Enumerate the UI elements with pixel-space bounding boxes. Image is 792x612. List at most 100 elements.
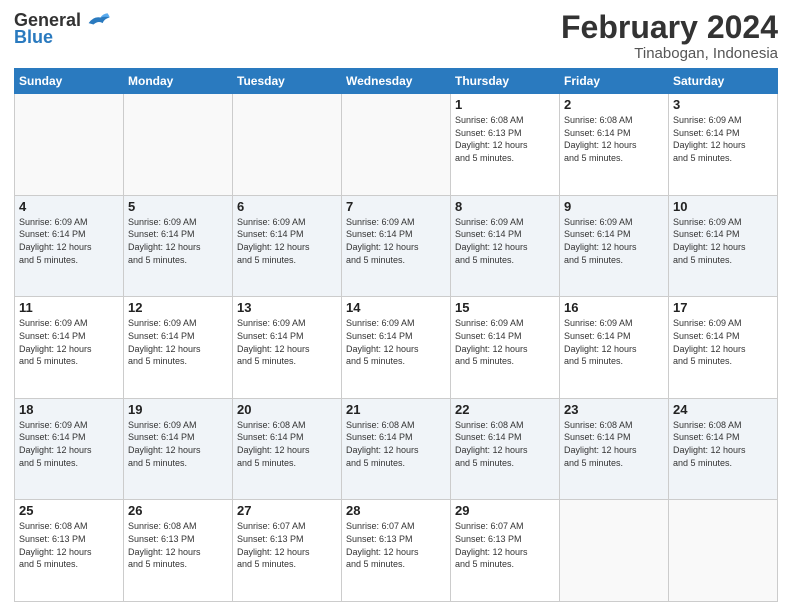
calendar-cell: 26 Sunrise: 6:08 AM Sunset: 6:13 PM Dayli… <box>124 500 233 602</box>
calendar-cell: 7Sunrise: 6:09 AM Sunset: 6:14 PM Daylig… <box>342 195 451 297</box>
calendar-cell: 2 Sunrise: 6:08 AM Sunset: 6:14 PM Daylig… <box>560 94 669 196</box>
calendar-week-row-3: 11Sunrise: 6:09 AM Sunset: 6:14 PM Dayli… <box>15 297 778 399</box>
calendar-cell: 29 Sunrise: 6:07 AM Sunset: 6:13 PM Dayli… <box>451 500 560 602</box>
calendar-cell: 28 Sunrise: 6:07 AM Sunset: 6:13 PM Dayli… <box>342 500 451 602</box>
calendar-cell: 18Sunrise: 6:09 AM Sunset: 6:14 PM Dayli… <box>15 398 124 500</box>
day-info: Sunrise: 6:08 AM Sunset: 6:14 PM Dayligh… <box>564 419 664 469</box>
weekday-header-saturday: Saturday <box>669 69 778 94</box>
calendar-cell: 20 Sunrise: 6:08 AM Sunset: 6:14 PM Dayli… <box>233 398 342 500</box>
header: General Blue February 2024 Tinabogan, In… <box>14 10 778 62</box>
day-info: Sunrise: 6:09 AM Sunset: 6:14 PM Dayligh… <box>19 419 119 469</box>
day-number: 24 <box>673 402 773 417</box>
calendar-cell: 6 Sunrise: 6:09 AM Sunset: 6:14 PM Daylig… <box>233 195 342 297</box>
day-info: Sunrise: 6:07 AM Sunset: 6:13 PM Dayligh… <box>455 520 555 570</box>
calendar-week-row-2: 4 Sunrise: 6:09 AM Sunset: 6:14 PM Daylig… <box>15 195 778 297</box>
day-info: Sunrise: 6:09 AM Sunset: 6:14 PM Dayligh… <box>455 317 555 367</box>
title-block: February 2024 Tinabogan, Indonesia <box>561 10 778 62</box>
day-info: Sunrise: 6:09 AM Sunset: 6:14 PM Dayligh… <box>455 216 555 266</box>
calendar-cell: 17 Sunrise: 6:09 AM Sunset: 6:14 PM Dayli… <box>669 297 778 399</box>
day-number: 1 <box>455 97 555 112</box>
calendar-cell: 13 Sunrise: 6:09 AM Sunset: 6:14 PM Dayli… <box>233 297 342 399</box>
day-info: Sunrise: 6:07 AM Sunset: 6:13 PM Dayligh… <box>237 520 337 570</box>
calendar-cell: 19 Sunrise: 6:09 AM Sunset: 6:14 PM Dayli… <box>124 398 233 500</box>
day-number: 29 <box>455 503 555 518</box>
calendar-cell: 27 Sunrise: 6:07 AM Sunset: 6:13 PM Dayli… <box>233 500 342 602</box>
day-info: Sunrise: 6:09 AM Sunset: 6:14 PM Dayligh… <box>128 216 228 266</box>
day-info: Sunrise: 6:08 AM Sunset: 6:14 PM Dayligh… <box>673 419 773 469</box>
day-info: Sunrise: 6:09 AM Sunset: 6:14 PM Dayligh… <box>19 317 119 367</box>
day-number: 25 <box>19 503 119 518</box>
calendar-cell: 23 Sunrise: 6:08 AM Sunset: 6:14 PM Dayli… <box>560 398 669 500</box>
day-number: 28 <box>346 503 446 518</box>
calendar-cell: 4Sunrise: 6:09 AM Sunset: 6:14 PM Daylig… <box>15 195 124 297</box>
day-number: 4 <box>19 199 119 214</box>
calendar-cell <box>233 94 342 196</box>
calendar-cell: 11Sunrise: 6:09 AM Sunset: 6:14 PM Dayli… <box>15 297 124 399</box>
day-info: Sunrise: 6:09 AM Sunset: 6:14 PM Dayligh… <box>673 317 773 367</box>
calendar-week-row-4: 18Sunrise: 6:09 AM Sunset: 6:14 PM Dayli… <box>15 398 778 500</box>
day-number: 8 <box>455 199 555 214</box>
weekday-header-monday: Monday <box>124 69 233 94</box>
day-info: Sunrise: 6:08 AM Sunset: 6:13 PM Dayligh… <box>128 520 228 570</box>
day-number: 17 <box>673 300 773 315</box>
weekday-header-row: SundayMondayTuesdayWednesdayThursdayFrid… <box>15 69 778 94</box>
weekday-header-friday: Friday <box>560 69 669 94</box>
calendar-cell: 22Sunrise: 6:08 AM Sunset: 6:14 PM Dayli… <box>451 398 560 500</box>
day-info: Sunrise: 6:08 AM Sunset: 6:14 PM Dayligh… <box>455 419 555 469</box>
calendar-cell: 24 Sunrise: 6:08 AM Sunset: 6:14 PM Dayli… <box>669 398 778 500</box>
main-title: February 2024 <box>561 10 778 45</box>
calendar-cell: 10Sunrise: 6:09 AM Sunset: 6:14 PM Dayli… <box>669 195 778 297</box>
calendar-cell: 3 Sunrise: 6:09 AM Sunset: 6:14 PM Daylig… <box>669 94 778 196</box>
calendar-cell <box>669 500 778 602</box>
calendar-cell: 9 Sunrise: 6:09 AM Sunset: 6:14 PM Daylig… <box>560 195 669 297</box>
calendar-week-row-1: 1Sunrise: 6:08 AM Sunset: 6:13 PM Daylig… <box>15 94 778 196</box>
calendar-cell: 5 Sunrise: 6:09 AM Sunset: 6:14 PM Daylig… <box>124 195 233 297</box>
day-number: 14 <box>346 300 446 315</box>
day-info: Sunrise: 6:09 AM Sunset: 6:14 PM Dayligh… <box>346 317 446 367</box>
day-info: Sunrise: 6:09 AM Sunset: 6:14 PM Dayligh… <box>564 317 664 367</box>
calendar-cell: 15 Sunrise: 6:09 AM Sunset: 6:14 PM Dayli… <box>451 297 560 399</box>
day-number: 26 <box>128 503 228 518</box>
day-number: 2 <box>564 97 664 112</box>
day-info: Sunrise: 6:08 AM Sunset: 6:13 PM Dayligh… <box>19 520 119 570</box>
calendar-cell: 14 Sunrise: 6:09 AM Sunset: 6:14 PM Dayli… <box>342 297 451 399</box>
calendar-cell: 21Sunrise: 6:08 AM Sunset: 6:14 PM Dayli… <box>342 398 451 500</box>
weekday-header-sunday: Sunday <box>15 69 124 94</box>
day-number: 21 <box>346 402 446 417</box>
day-number: 6 <box>237 199 337 214</box>
day-number: 20 <box>237 402 337 417</box>
page: General Blue February 2024 Tinabogan, In… <box>0 0 792 612</box>
day-info: Sunrise: 6:09 AM Sunset: 6:14 PM Dayligh… <box>128 317 228 367</box>
day-info: Sunrise: 6:09 AM Sunset: 6:14 PM Dayligh… <box>564 216 664 266</box>
day-number: 15 <box>455 300 555 315</box>
weekday-header-thursday: Thursday <box>451 69 560 94</box>
calendar-cell: 8 Sunrise: 6:09 AM Sunset: 6:14 PM Daylig… <box>451 195 560 297</box>
day-number: 19 <box>128 402 228 417</box>
calendar-cell: 25 Sunrise: 6:08 AM Sunset: 6:13 PM Dayli… <box>15 500 124 602</box>
day-number: 27 <box>237 503 337 518</box>
day-number: 13 <box>237 300 337 315</box>
day-info: Sunrise: 6:09 AM Sunset: 6:14 PM Dayligh… <box>237 317 337 367</box>
calendar-cell <box>15 94 124 196</box>
logo: General Blue <box>14 10 111 48</box>
day-info: Sunrise: 6:09 AM Sunset: 6:14 PM Dayligh… <box>128 419 228 469</box>
day-info: Sunrise: 6:09 AM Sunset: 6:14 PM Dayligh… <box>673 216 773 266</box>
day-number: 3 <box>673 97 773 112</box>
day-number: 12 <box>128 300 228 315</box>
logo-bird-icon <box>83 10 111 32</box>
day-number: 5 <box>128 199 228 214</box>
day-number: 16 <box>564 300 664 315</box>
calendar-cell: 16 Sunrise: 6:09 AM Sunset: 6:14 PM Dayli… <box>560 297 669 399</box>
day-info: Sunrise: 6:09 AM Sunset: 6:14 PM Dayligh… <box>673 114 773 164</box>
day-number: 9 <box>564 199 664 214</box>
weekday-header-tuesday: Tuesday <box>233 69 342 94</box>
subtitle: Tinabogan, Indonesia <box>561 45 778 62</box>
calendar-cell: 12 Sunrise: 6:09 AM Sunset: 6:14 PM Dayli… <box>124 297 233 399</box>
calendar-cell: 1Sunrise: 6:08 AM Sunset: 6:13 PM Daylig… <box>451 94 560 196</box>
day-info: Sunrise: 6:08 AM Sunset: 6:14 PM Dayligh… <box>237 419 337 469</box>
day-info: Sunrise: 6:09 AM Sunset: 6:14 PM Dayligh… <box>237 216 337 266</box>
day-info: Sunrise: 6:07 AM Sunset: 6:13 PM Dayligh… <box>346 520 446 570</box>
day-info: Sunrise: 6:08 AM Sunset: 6:14 PM Dayligh… <box>564 114 664 164</box>
day-number: 23 <box>564 402 664 417</box>
calendar-table: SundayMondayTuesdayWednesdayThursdayFrid… <box>14 68 778 602</box>
